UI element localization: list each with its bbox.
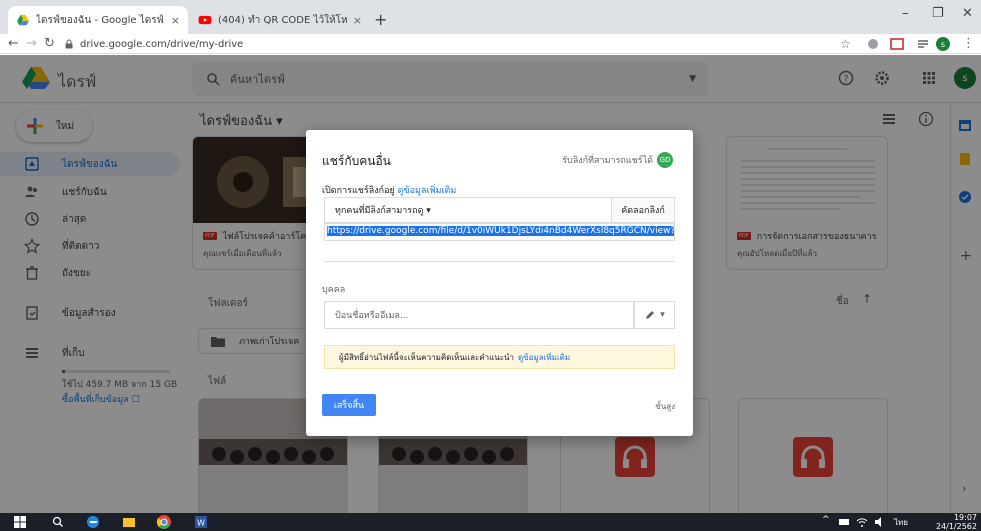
learn-more-link[interactable]: ดูข้อมูลเพิ่มเติม [398,186,457,196]
wifi-icon[interactable] [856,516,868,528]
get-link-label: รับลิงก์ที่สามารถแชร์ได้ [562,156,653,166]
minimize-button[interactable]: – [902,6,909,21]
people-input[interactable]: ป้อนชื่อหรืออีเมล... [324,301,634,329]
copy-link-button[interactable]: คัดลอกลิงก์ [611,197,675,223]
owner-avatar: GD [657,152,673,168]
link-on-text: เปิดการแชร์ลิงก์อยู่ [322,186,395,196]
input-language[interactable]: ไทย [894,516,908,529]
chrome-icon[interactable] [156,514,172,530]
close-window-button[interactable]: ✕ [962,6,973,21]
advanced-link[interactable]: ขั้นสูง [655,400,675,413]
tab-label: (404) ทำ QR CODE ไว้ให้โหลด Pow [218,14,347,26]
tab-drive[interactable]: ไดรฟ์ของฉัน - Google ไดรฟ์ × [8,6,188,34]
link-permission-dropdown[interactable]: ทุกคนที่มีลิงก์สามารถดู ▾ [324,197,651,223]
people-label: บุคคล [322,285,346,295]
maximize-button[interactable]: ❐ [932,6,944,21]
done-button[interactable]: เสร็จสิ้น [322,394,376,416]
taskbar-search-icon[interactable] [52,516,64,528]
chevron-down-icon: ▾ [660,310,665,320]
drive-favicon-icon [17,14,29,26]
word-icon[interactable]: W [194,515,208,529]
tray-expand-icon[interactable]: ^ [822,515,830,525]
youtube-favicon-icon [198,15,212,25]
back-icon[interactable]: ← [8,36,19,51]
file-explorer-icon[interactable] [122,515,136,529]
comment-notice: ผู้มีสิทธิ์อ่านไฟล์นี้จะเห็นความคิดเห็นแ… [324,345,675,369]
reload-icon[interactable]: ↻ [44,36,55,51]
tab-label: ไดรฟ์ของฉัน - Google ไดรฟ์ [36,14,164,26]
tab-youtube[interactable]: (404) ทำ QR CODE ไว้ให้โหลด Pow × [190,6,370,34]
share-dialog: แชร์กับคนอื่น รับลิงก์ที่สามารถแชร์ได้ G… [306,130,693,436]
close-tab-icon[interactable]: × [171,14,180,27]
windows-start-icon[interactable] [14,516,26,528]
volume-icon[interactable] [874,516,886,528]
notice-text: ผู้มีสิทธิ์อ่านไฟล์นี้จะเห็นความคิดเห็นแ… [339,352,514,362]
playlist-icon[interactable] [916,37,930,51]
taskbar [0,513,981,531]
edge-icon[interactable] [86,515,100,529]
divider [324,261,675,262]
new-tab-button[interactable]: + [374,10,387,29]
clock-date: 24/1/2562 [935,522,977,531]
get-shareable-link[interactable]: รับลิงก์ที่สามารถแชร์ได้ GD [562,152,673,168]
url-text: drive.google.com/drive/my-drive [80,38,244,50]
pen-icon [646,311,655,319]
network-icon[interactable] [838,516,850,528]
extension-icon[interactable] [866,37,880,51]
lock-icon [65,39,73,49]
close-tab-icon[interactable]: × [353,14,362,27]
taskbar-clock[interactable]: 19:07 24/1/2562 [936,513,977,531]
permission-pen-button[interactable]: ▾ [634,301,675,329]
menu-kebab-icon[interactable]: ⋮ [962,36,975,51]
bookmark-star-icon[interactable]: ☆ [840,37,854,51]
address-bar[interactable]: drive.google.com/drive/my-drive [64,36,824,52]
notice-learn-more-link[interactable]: ดูข้อมูลเพิ่มเติม [518,351,570,364]
link-sharing-status: เปิดการแชร์ลิงก์อยู่ ดูข้อมูลเพิ่มเติม [322,183,456,197]
clock-time: 19:07 [953,513,977,522]
extension-red-icon[interactable] [890,37,904,51]
svg-text:W: W [197,519,205,528]
profile-avatar[interactable]: s [936,37,950,51]
share-url-field[interactable]: https://drive.google.com/file/d/1v0iWUk1… [324,223,675,241]
dialog-title: แชร์กับคนอื่น [322,154,391,168]
share-url-text: https://drive.google.com/file/d/1v0iWUk1… [327,226,674,236]
forward-icon[interactable]: → [26,36,37,51]
